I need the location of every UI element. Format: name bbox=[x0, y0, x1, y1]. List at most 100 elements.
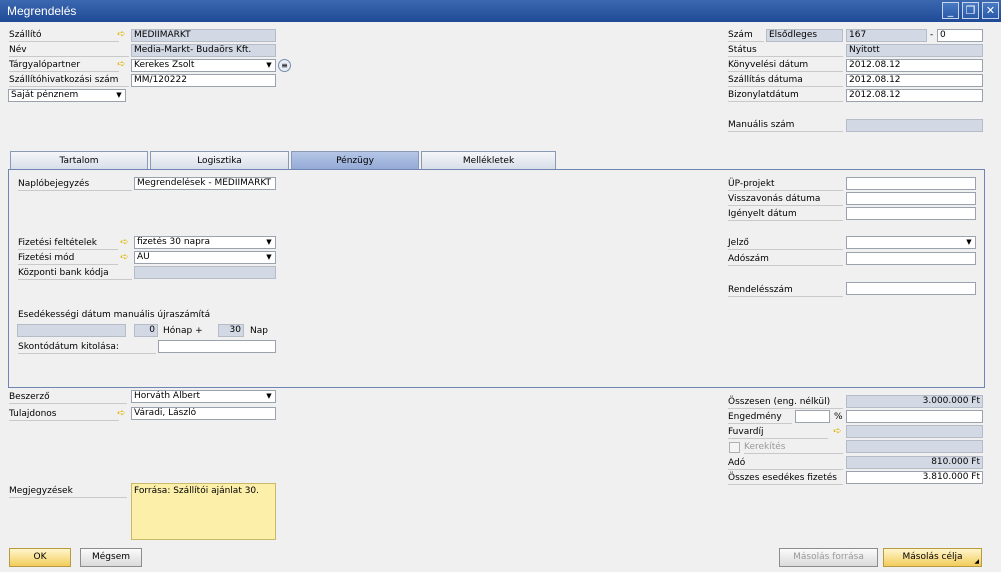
number-suffix-field[interactable]: 0 bbox=[937, 29, 983, 42]
remarks-textarea[interactable]: Forrása: Szállítói ajánlat 30. bbox=[131, 483, 276, 540]
close-icon[interactable]: ✕ bbox=[982, 2, 999, 19]
discount-date-label: Skontódátum kitolása: bbox=[18, 341, 156, 354]
status-label: Státus bbox=[728, 44, 843, 57]
days-label: Nap bbox=[250, 326, 268, 336]
contact-link-arrow-icon[interactable]: ➪ bbox=[115, 59, 128, 70]
buyer-label: Beszerző bbox=[9, 391, 127, 404]
document-number-field[interactable]: 167 bbox=[846, 29, 927, 42]
document-date-label: Bizonylatdátum bbox=[728, 89, 843, 102]
document-date-field[interactable]: 2012.08.12 bbox=[846, 89, 983, 102]
indicator-label: Jelző bbox=[728, 237, 843, 250]
cancel-date-label: Visszavonás dátuma bbox=[728, 193, 843, 206]
discount-label: Engedmény bbox=[728, 411, 792, 424]
payment-terms-select[interactable]: fizetés 30 napra ▼ bbox=[134, 236, 276, 249]
rounding-label: Kerekítés bbox=[744, 441, 843, 454]
months-label: Hónap + bbox=[163, 326, 203, 336]
tab-logistics[interactable]: Logisztika bbox=[150, 151, 289, 170]
due-recalc-date-field[interactable] bbox=[17, 324, 126, 337]
reference-label: Szállítóhivatkozási szám bbox=[9, 74, 129, 87]
dropdown-arrow-icon: ◢ bbox=[974, 558, 979, 565]
manual-number-field[interactable] bbox=[846, 119, 983, 132]
rounding-checkbox[interactable] bbox=[729, 442, 740, 453]
number-separator: - bbox=[930, 30, 934, 40]
buyer-select[interactable]: Horváth Albert ▼ bbox=[131, 390, 276, 403]
total-before-discount-field: 3.000.000 Ft bbox=[846, 395, 983, 408]
freight-link-arrow-icon[interactable]: ➪ bbox=[831, 426, 844, 437]
chevron-down-icon: ▼ bbox=[266, 392, 272, 400]
tax-number-label: Adószám bbox=[728, 253, 843, 266]
payment-terms-value: fizetés 30 napra bbox=[137, 237, 211, 247]
total-due-label: Összes esedékes fizetés bbox=[728, 472, 843, 485]
journal-field[interactable]: Megrendelések - MEDIIMARKT bbox=[134, 177, 276, 190]
cancel-date-field[interactable] bbox=[846, 192, 976, 205]
owner-link-arrow-icon[interactable]: ➪ bbox=[115, 408, 128, 419]
percent-sign: % bbox=[834, 412, 843, 422]
window-title: Megrendelés bbox=[7, 4, 77, 18]
requested-date-field[interactable] bbox=[846, 207, 976, 220]
restore-icon[interactable]: ❐ bbox=[962, 2, 979, 19]
ok-button[interactable]: OK bbox=[9, 548, 71, 567]
payment-method-link-arrow-icon[interactable]: ➪ bbox=[118, 252, 131, 263]
supplier-link-arrow-icon[interactable]: ➪ bbox=[115, 29, 128, 40]
order-number-field[interactable] bbox=[846, 282, 976, 295]
tax-label: Adó bbox=[728, 457, 843, 470]
payment-terms-link-arrow-icon[interactable]: ➪ bbox=[118, 237, 131, 248]
chevron-down-icon: ▼ bbox=[966, 238, 972, 246]
chevron-down-icon: ▼ bbox=[116, 91, 122, 99]
total-before-discount-label: Összesen (eng. nélkül) bbox=[728, 396, 843, 409]
project-field[interactable] bbox=[846, 177, 976, 190]
tab-finance[interactable]: Pénzügy bbox=[291, 151, 419, 170]
posting-date-label: Könyvelési dátum bbox=[728, 59, 843, 72]
cancel-button[interactable]: Mégsem bbox=[80, 548, 142, 567]
list-button-icon[interactable]: ≡ bbox=[278, 59, 291, 72]
currency-value: Saját pénznem bbox=[11, 90, 79, 100]
name-field[interactable]: Media-Markt- Budaörs Kft. bbox=[131, 44, 276, 57]
rounding-field bbox=[846, 440, 983, 453]
posting-date-field[interactable]: 2012.08.12 bbox=[846, 59, 983, 72]
project-label: ÜP-projekt bbox=[728, 178, 843, 191]
owner-label: Tulajdonos bbox=[9, 408, 119, 421]
copy-to-label: Másolás célja bbox=[902, 552, 963, 562]
chevron-down-icon: ▼ bbox=[266, 253, 272, 261]
contact-label: Tárgyalópartner bbox=[9, 59, 119, 72]
chevron-down-icon: ▼ bbox=[266, 238, 272, 246]
contact-value: Kerekes Zsolt bbox=[134, 60, 195, 70]
discount-percent-field[interactable] bbox=[795, 410, 830, 423]
minimize-icon[interactable]: _ bbox=[942, 2, 959, 19]
days-field[interactable]: 30 bbox=[218, 324, 244, 337]
tab-attachments[interactable]: Mellékletek bbox=[421, 151, 556, 170]
tax-field: 810.000 Ft bbox=[846, 456, 983, 469]
buyer-value: Horváth Albert bbox=[134, 391, 201, 401]
payment-terms-label: Fizetési feltételek bbox=[18, 237, 118, 250]
payment-method-label: Fizetési mód bbox=[18, 252, 118, 265]
indicator-select[interactable]: ▼ bbox=[846, 236, 976, 249]
bank-code-label: Központi bank kódja bbox=[18, 267, 132, 280]
window-titlebar: Megrendelés _ ❐ ✕ bbox=[0, 0, 1001, 22]
series-select[interactable]: Elsődleges bbox=[766, 29, 843, 42]
remarks-label: Megjegyzések bbox=[9, 485, 127, 498]
chevron-down-icon: ▼ bbox=[266, 61, 272, 69]
owner-field[interactable]: Váradi, László bbox=[131, 407, 276, 420]
tab-content[interactable]: Tartalom bbox=[10, 151, 148, 170]
due-recalc-label: Esedékességi dátum manuális újraszámítá bbox=[18, 310, 211, 320]
status-field: Nyitott bbox=[846, 44, 983, 57]
copy-from-button[interactable]: Másolás forrása bbox=[779, 548, 878, 567]
currency-select[interactable]: Saját pénznem ▼ bbox=[8, 89, 126, 102]
name-label: Név bbox=[9, 44, 129, 57]
contact-select[interactable]: Kerekes Zsolt ▼ bbox=[131, 59, 276, 72]
manual-number-label: Manuális szám bbox=[728, 119, 843, 132]
journal-label: Naplóbejegyzés bbox=[18, 178, 132, 191]
months-field[interactable]: 0 bbox=[134, 324, 158, 337]
order-number-label: Rendelésszám bbox=[728, 284, 843, 297]
discount-amount-field[interactable] bbox=[846, 410, 983, 423]
copy-to-button[interactable]: Másolás célja ◢ bbox=[883, 548, 982, 567]
supplier-field[interactable]: MEDIIMARKT bbox=[131, 29, 276, 42]
freight-field[interactable] bbox=[846, 425, 983, 438]
payment-method-select[interactable]: AU ▼ bbox=[134, 251, 276, 264]
tax-number-field[interactable] bbox=[846, 252, 976, 265]
discount-date-field[interactable] bbox=[158, 340, 276, 353]
bank-code-field[interactable] bbox=[134, 266, 276, 279]
reference-field[interactable]: MM/120222 bbox=[131, 74, 276, 87]
delivery-date-field[interactable]: 2012.08.12 bbox=[846, 74, 983, 87]
requested-date-label: Igényelt dátum bbox=[728, 208, 843, 221]
